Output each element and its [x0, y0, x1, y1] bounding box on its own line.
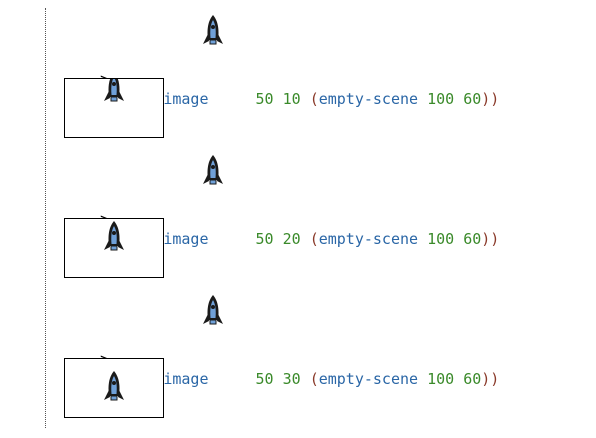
x-argument: 50 — [255, 90, 274, 108]
repl-entry: > (place-image50 30 (empty-scene 100 60)… — [64, 290, 584, 430]
inner-open-paren: ( — [309, 370, 319, 388]
scene-height-argument: 60 — [463, 370, 482, 388]
scene-width-argument: 100 — [427, 230, 455, 248]
code-line[interactable]: > (place-image50 10 (empty-scene 100 60)… — [64, 49, 499, 108]
repl-entry: > (place-image50 10 (empty-scene 100 60)… — [64, 10, 584, 150]
scene-function-name: empty-scene — [318, 90, 419, 108]
scene-height-argument: 60 — [463, 90, 482, 108]
rocket-icon — [102, 370, 126, 406]
repl-entry: > (place-image50 20 (empty-scene 100 60)… — [64, 150, 584, 290]
code-line[interactable]: > (place-image50 30 (empty-scene 100 60)… — [64, 329, 499, 388]
close-parens: )) — [481, 90, 500, 108]
inner-open-paren: ( — [309, 230, 319, 248]
rocket-icon — [102, 79, 126, 107]
rocket-icon — [201, 14, 225, 50]
close-parens: )) — [481, 230, 500, 248]
scene-function-name: empty-scene — [318, 370, 419, 388]
close-parens: )) — [481, 370, 500, 388]
scene-result — [64, 358, 164, 418]
rocket-icon — [201, 154, 225, 190]
inner-open-paren: ( — [309, 90, 319, 108]
x-argument: 50 — [255, 370, 274, 388]
y-argument: 20 — [282, 230, 301, 248]
y-argument: 10 — [282, 90, 301, 108]
scene-width-argument: 100 — [427, 90, 455, 108]
scene-width-argument: 100 — [427, 370, 455, 388]
x-argument: 50 — [255, 230, 274, 248]
code-line[interactable]: > (place-image50 20 (empty-scene 100 60)… — [64, 189, 499, 248]
scene-result — [64, 218, 164, 278]
scene-height-argument: 60 — [463, 230, 482, 248]
scene-result — [64, 78, 164, 138]
rocket-icon — [102, 220, 126, 256]
y-argument: 30 — [282, 370, 301, 388]
rocket-icon — [201, 294, 225, 330]
scene-function-name: empty-scene — [318, 230, 419, 248]
repl-gutter — [45, 8, 46, 428]
